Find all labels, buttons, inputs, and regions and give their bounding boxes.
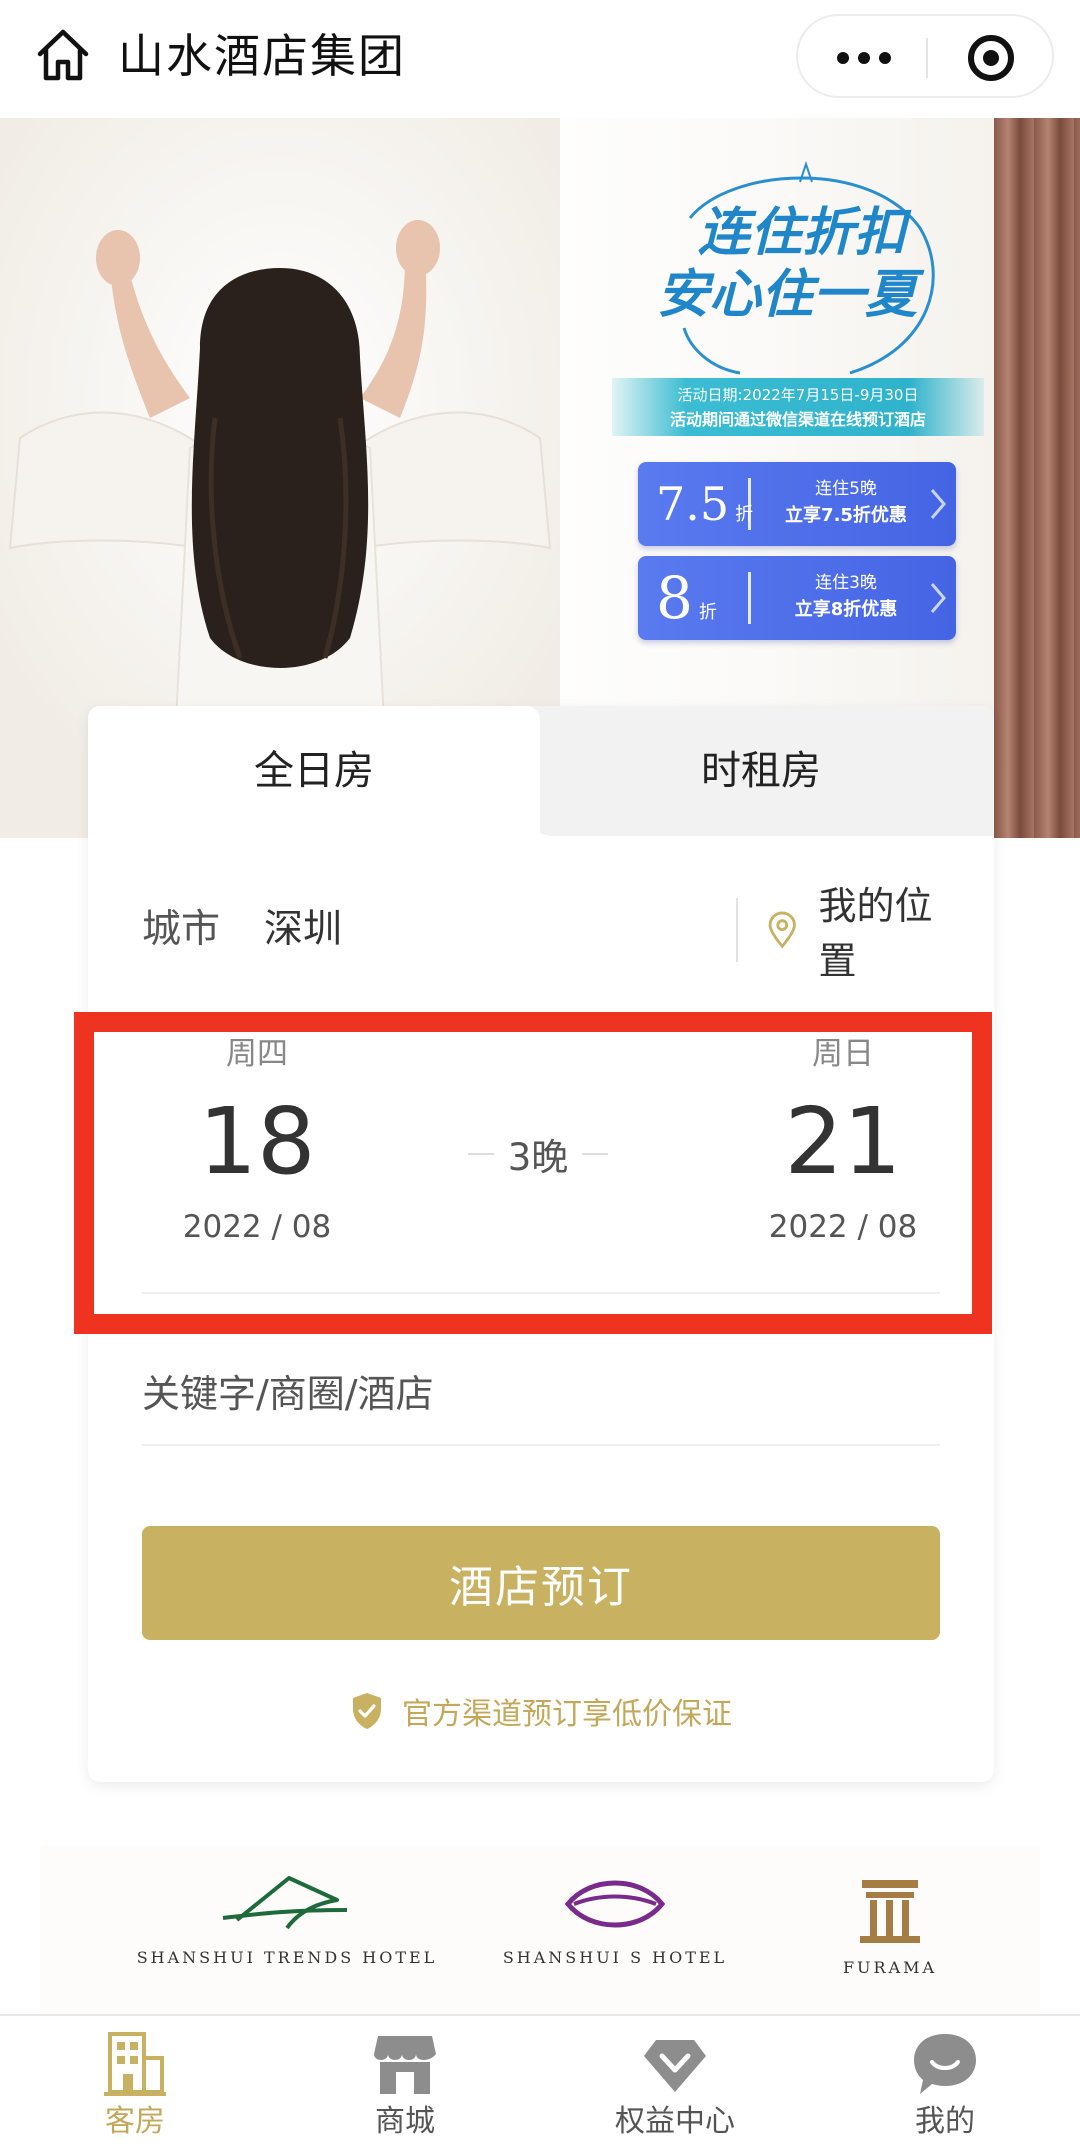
hotel-booking-button[interactable]: 酒店预订 (142, 1526, 940, 1640)
date-divider (142, 1292, 940, 1294)
my-location-label: 我的位置 (818, 884, 933, 983)
promo-title-line2: 安心住一夏 (656, 264, 917, 325)
coupon-desc: 连住5晚 立享7.5折优惠 (766, 476, 926, 530)
chat-bubble-icon (914, 2034, 976, 2094)
mini-program-capsule (796, 14, 1054, 98)
chevron-right-icon (930, 583, 946, 613)
page: 山水酒店集团 连住折扣 安心住一夏 活动日期:2022年7月15日-9月30日 … (0, 0, 1080, 2155)
checkin-date[interactable]: 周四 18 2022 / 08 (152, 1026, 362, 1252)
brand-name: SHANSHUI TRENDS HOTEL (136, 1948, 438, 1967)
promo-title-line1: 连住折扣 (697, 202, 906, 263)
capsule-divider (926, 38, 928, 78)
furama-logo (860, 1880, 920, 1943)
my-location-button[interactable]: 我的位置 (766, 884, 942, 983)
promo-dates-ribbon: 活动日期:2022年7月15日-9月30日 活动期间通过微信渠道在线预订酒店 (612, 378, 984, 436)
city-row-divider (736, 898, 738, 962)
nights-count: 3晚 (458, 1126, 618, 1182)
bottom-tab-bar: 客房 商城 权益中心 我的 (0, 2014, 1080, 2155)
tabbar-label: 权益中心 (615, 2104, 735, 2139)
tab-hourly-room[interactable]: 时租房 (528, 706, 994, 836)
tabbar-label: 商城 (375, 2104, 435, 2139)
brand-shanshui-s[interactable]: SHANSHUI S HOTEL (480, 1870, 750, 2016)
coupon-rate-value: 7.5 (656, 477, 730, 531)
date-selector[interactable]: 周四 18 2022 / 08 3晚 周日 21 2022 / 08 (142, 1026, 940, 1302)
keyword-search-input[interactable] (142, 1346, 940, 1442)
checkout-year-month: 2022 / 08 (768, 1209, 918, 1245)
promo-dates-line2: 活动期间通过微信渠道在线预订酒店 (669, 410, 926, 429)
checkin-year-month: 2022 / 08 (182, 1209, 332, 1245)
price-guarantee: 官方渠道预订享低价保证 (88, 1686, 994, 1736)
tabbar-label: 客房 (105, 2104, 165, 2139)
checkout-day: 21 (784, 1088, 902, 1195)
store-icon (374, 2036, 436, 2094)
shield-check-icon (353, 1693, 381, 1729)
tabbar-item-mine[interactable]: 我的 (810, 2016, 1080, 2155)
coupon-desc-line1: 连住5晚 (815, 479, 877, 499)
home-icon[interactable] (34, 26, 92, 84)
checkout-date[interactable]: 周日 21 2022 / 08 (738, 1026, 948, 1252)
curtain-decoration (994, 118, 1080, 838)
brand-shanshui-trends[interactable]: SHANSHUI TRENDS HOTEL (132, 1870, 442, 2016)
city-selector[interactable]: 深圳 (264, 890, 342, 970)
tabbar-label: 我的 (915, 2104, 975, 2139)
brand-name: FURAMA (842, 1958, 938, 1977)
location-pin-icon (768, 911, 796, 949)
app-title: 山水酒店集团 (118, 29, 406, 83)
tabbar-item-benefits[interactable]: 权益中心 (540, 2016, 810, 2155)
tab-full-day-room[interactable]: 全日房 (88, 706, 540, 836)
top-bar: 山水酒店集团 (0, 0, 1080, 112)
coupon-rate-unit: 折 (698, 602, 717, 623)
coupon-desc-line1: 连住3晚 (815, 573, 877, 593)
brand-logos-strip: SHANSHUI TRENDS HOTEL SHANSHUI S HOTEL F… (40, 1846, 1040, 2016)
brand-furama[interactable]: FURAMA (830, 1870, 950, 2016)
coupon-divider (748, 478, 751, 530)
city-row: 城市 深圳 我的位置 (142, 884, 942, 983)
nights-line-left (467, 1153, 494, 1155)
booking-card: 时租房 全日房 城市 深圳 我的位置 周四 18 2022 / 08 3晚 周日… (88, 706, 994, 1782)
chevron-right-icon (930, 489, 946, 519)
price-guarantee-text: 官方渠道预订享低价保证 (402, 1697, 732, 1732)
coupon-rate: 8 折 (656, 566, 717, 630)
coupon-desc: 连住3晚 立享8折优惠 (766, 570, 926, 624)
diamond-icon (644, 2040, 706, 2092)
nights-label: 3晚 (507, 1136, 569, 1179)
brand-name: SHANSHUI S HOTEL (502, 1948, 728, 1967)
shanshui-s-logo (564, 1880, 666, 1928)
coupon-rate: 7.5 折 (656, 472, 753, 536)
checkout-weekday: 周日 (812, 1036, 874, 1072)
shanshui-trends-logo (222, 1876, 348, 1930)
nights-line-right (582, 1153, 609, 1155)
building-icon (104, 2032, 166, 2096)
promo-dates-line1: 活动日期:2022年7月15日-9月30日 (677, 386, 919, 404)
promo-title: 连住折扣 安心住一夏 (657, 202, 932, 326)
coupon-8-discount[interactable]: 8 折 连住3晚 立享8折优惠 (638, 556, 956, 640)
promo-panel: 连住折扣 安心住一夏 活动日期:2022年7月15日-9月30日 活动期间通过微… (612, 132, 992, 692)
keyword-row (142, 1346, 940, 1446)
close-target-icon[interactable] (968, 35, 1014, 81)
coupon-7-5-discount[interactable]: 7.5 折 连住5晚 立享7.5折优惠 (638, 462, 956, 546)
checkin-day: 18 (198, 1088, 316, 1195)
tabbar-item-rooms[interactable]: 客房 (0, 2016, 270, 2155)
city-label: 城市 (142, 907, 221, 952)
coupon-rate-value: 8 (656, 564, 693, 632)
tabbar-item-mall[interactable]: 商城 (270, 2016, 540, 2155)
coupon-desc-line2: 立享8折优惠 (794, 599, 898, 620)
checkin-weekday: 周四 (226, 1036, 288, 1072)
more-icon[interactable] (832, 36, 896, 80)
room-type-tabs: 时租房 全日房 (88, 706, 994, 836)
coupon-divider (748, 572, 751, 624)
coupon-desc-line2: 立享7.5折优惠 (785, 505, 907, 526)
